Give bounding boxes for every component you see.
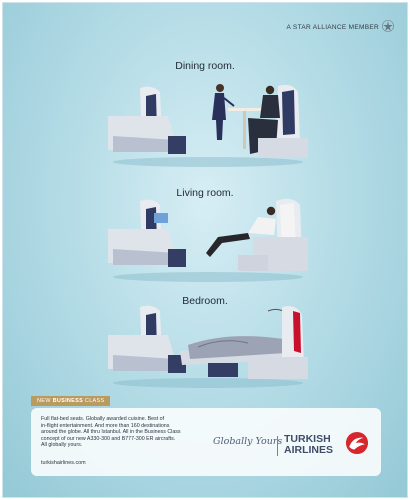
website-link[interactable]: turkishairlines.com [41,460,86,466]
body-copy-line: Full flat-bed seats. Globally awarded cu… [41,416,165,422]
body-copy-line: around the globe. All thru Istanbul. All… [41,429,181,436]
badge-prefix: NEW [37,398,53,404]
brand-name-line-2: AIRLINES [284,444,334,456]
star-alliance-label: A STAR ALLIANCE MEMBER [286,24,379,31]
body-copy-line: concept of our new A330-300 and B777-300… [41,435,176,442]
brand-name: TURKISH AIRLINES [284,434,333,456]
body-copy-line: All globally yours. [41,442,83,449]
living-scene-illustration [108,198,308,282]
dining-scene-illustration [108,84,308,167]
brand-divider [277,436,278,456]
new-business-class-badge: NEW BUSINESS CLASS [31,396,111,406]
badge-highlight: BUSINESS [52,398,84,404]
star-alliance-logo-icon [382,20,394,32]
scene-title-dining: Dining room. [175,60,235,72]
body-copy: Full flat-bed seats. Globally awarded cu… [41,416,191,449]
advertisement: A STAR ALLIANCE MEMBER Dining room. Livi… [2,2,408,498]
info-panel: Full flat-bed seats. Globally awarded cu… [31,408,381,476]
bedroom-scene-illustration [108,305,308,388]
turkish-airlines-logo-icon [345,431,369,455]
body-copy-line: in-flight entertainment. And more than 1… [41,422,170,429]
badge-suffix: CLASS [83,398,105,404]
tagline: Globally Yours [213,436,283,447]
